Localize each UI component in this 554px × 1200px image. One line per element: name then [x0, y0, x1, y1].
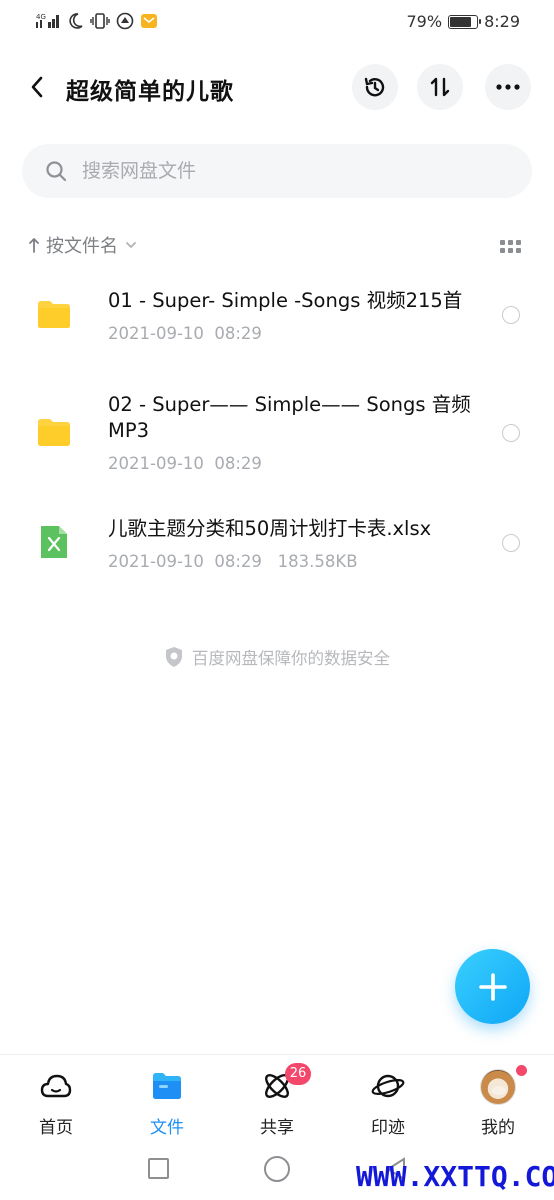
status-icons-right: 79% 8:29 — [407, 12, 521, 31]
nav-profile[interactable]: 我的 — [458, 1065, 538, 1138]
list-item[interactable]: 01 - Super- Simple -Songs 视频215首 2021-09… — [0, 284, 554, 384]
excel-file-icon — [41, 526, 67, 558]
select-radio[interactable] — [502, 534, 520, 552]
battery-level — [450, 16, 471, 27]
file-name: 儿歌主题分类和50周计划打卡表.xlsx — [108, 517, 432, 540]
bottom-nav: 首页 文件 26 共享 印迹 我的 — [0, 1054, 554, 1144]
moon-icon — [69, 13, 83, 29]
sort-order-button[interactable] — [417, 64, 463, 110]
mail-notification-icon — [141, 14, 157, 28]
more-dots-icon — [496, 84, 520, 90]
sort-arrows-icon — [430, 77, 450, 97]
share-badge: 26 — [285, 1063, 311, 1085]
chevron-down-icon — [126, 242, 136, 248]
home-button[interactable] — [264, 1156, 290, 1182]
app-notification-icon — [116, 12, 134, 30]
file-name: 01 - Super- Simple -Songs 视频215首 — [108, 289, 463, 312]
nav-label: 共享 — [260, 1118, 294, 1138]
history-icon — [364, 77, 385, 97]
recent-apps-button[interactable] — [148, 1158, 169, 1179]
planet-icon — [371, 1074, 405, 1098]
chevron-left-icon — [31, 76, 43, 98]
history-button[interactable] — [352, 64, 398, 110]
signal-icon: 4G — [36, 13, 59, 28]
sort-row: 按文件名 — [28, 232, 524, 262]
nav-label: 我的 — [481, 1118, 515, 1138]
notification-dot — [516, 1065, 527, 1076]
page-title: 超级简单的儿歌 — [66, 79, 234, 105]
search-input[interactable] — [82, 160, 462, 182]
add-button[interactable] — [455, 949, 530, 1024]
folder-icon — [38, 301, 70, 328]
file-meta: 2021-09-10 08:29 183.58KB — [108, 552, 358, 571]
select-radio[interactable] — [502, 424, 520, 442]
cloud-home-icon — [40, 1074, 72, 1098]
file-name: 02 - Super—— Simple—— Songs 音频MP3 — [108, 393, 471, 442]
safety-note: 百度网盘保障你的数据安全 — [0, 645, 554, 669]
svg-text:4G: 4G — [36, 13, 46, 21]
clock: 8:29 — [484, 12, 520, 31]
battery-percent: 79% — [406, 12, 443, 31]
arrow-up-icon — [29, 238, 39, 253]
watermark: WWW.XXTTQ.COM — [356, 1160, 554, 1193]
search-bar[interactable] — [22, 144, 532, 198]
plus-icon — [478, 972, 507, 1001]
avatar — [480, 1069, 516, 1105]
nav-label: 首页 — [39, 1118, 73, 1138]
vibrate-icon — [90, 13, 110, 29]
select-radio[interactable] — [502, 306, 520, 324]
nav-traces[interactable]: 印迹 — [348, 1069, 428, 1138]
safety-note-text: 百度网盘保障你的数据安全 — [192, 649, 390, 668]
battery-icon — [448, 14, 482, 29]
sort-label: 按文件名 — [46, 236, 118, 257]
header: 超级简单的儿歌 — [0, 58, 554, 118]
search-icon — [46, 161, 67, 182]
file-meta: 2021-09-10 08:29 — [108, 454, 262, 473]
more-options-button[interactable] — [485, 64, 531, 110]
sort-by-name-button[interactable]: 按文件名 — [28, 232, 138, 258]
nav-files[interactable]: 文件 — [127, 1069, 207, 1138]
shield-icon — [166, 647, 182, 667]
folder-tab-icon — [153, 1073, 181, 1099]
nav-share[interactable]: 26 共享 — [237, 1063, 317, 1138]
nav-label: 印迹 — [371, 1118, 405, 1138]
file-meta: 2021-09-10 08:29 — [108, 324, 262, 343]
list-item[interactable]: 儿歌主题分类和50周计划打卡表.xlsx 2021-09-10 08:29 18… — [0, 512, 554, 592]
folder-icon — [38, 419, 70, 446]
back-button[interactable] — [22, 72, 52, 102]
grid-view-icon[interactable] — [500, 240, 522, 254]
status-bar: 4G 79% 8:29 — [0, 0, 554, 44]
list-item[interactable]: 02 - Super—— Simple—— Songs 音频MP3 2021-0… — [0, 390, 554, 500]
nav-home[interactable]: 首页 — [16, 1069, 96, 1138]
status-icons-left: 4G — [36, 12, 158, 30]
nav-label: 文件 — [150, 1118, 184, 1138]
